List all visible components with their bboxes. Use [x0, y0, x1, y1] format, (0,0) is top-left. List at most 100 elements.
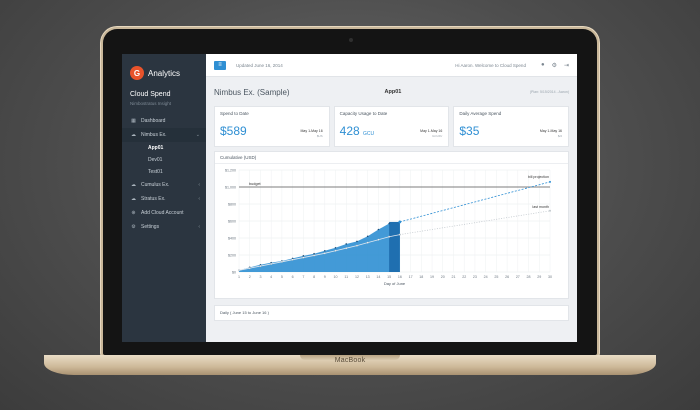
current-day-bar: [389, 221, 400, 272]
sidebar-subtitle: Nimbostratus Insight: [130, 101, 172, 106]
sidebar-item-label: Settings: [141, 224, 160, 230]
sidebar-item-cumulus[interactable]: ☁ Cumulus Ex. ‹: [122, 178, 206, 192]
x-tick-label: 13: [366, 275, 370, 279]
laptop-brand: MacBook: [334, 357, 366, 364]
app-name: Analytics: [148, 68, 181, 78]
sidebar-item-label: Nimbus Ex.: [141, 132, 167, 138]
x-tick-label: 30: [548, 275, 552, 279]
y-tick-label: $800: [228, 203, 236, 207]
x-tick-label: 10: [334, 275, 338, 279]
logo-icon: G: [130, 66, 144, 80]
cloud-icon: ☁: [131, 182, 136, 188]
x-tick-label: 24: [484, 275, 488, 279]
x-tick-label: 23: [473, 275, 477, 279]
spend-point: [388, 222, 390, 225]
last-month-point: [302, 256, 305, 259]
menu-toggle-button[interactable]: ≡: [214, 60, 226, 70]
last-month-point: [345, 247, 348, 250]
sidebar-subitem-dev01[interactable]: Dev01: [122, 154, 206, 166]
last-month-point: [248, 267, 251, 270]
sidebar-item-settings[interactable]: ⚙ Settings ‹: [122, 220, 206, 234]
user-icon[interactable]: ●: [541, 62, 545, 68]
last-month-point: [313, 254, 316, 257]
sidebar-item-add-cloud-account[interactable]: ⊕ Add Cloud Account: [122, 206, 206, 220]
gear-icon[interactable]: ⚙: [552, 62, 557, 69]
x-tick-label: 2: [249, 275, 251, 279]
page-title: Nimbus Ex. (Sample): [214, 87, 290, 97]
chevron-left-icon: ‹: [198, 196, 200, 202]
content: Nimbus Ex. (Sample) App01 (Plan: 5/15/20…: [206, 77, 577, 327]
dashboard-icon: ▦: [131, 118, 136, 124]
y-tick-label: $1,000: [225, 186, 236, 190]
x-tick-label: 1: [238, 275, 240, 279]
x-tick-label: 9: [324, 275, 326, 279]
spend-point: [366, 235, 369, 238]
x-tick-label: 26: [505, 275, 509, 279]
spend-area: [239, 221, 400, 272]
sidebar-title: Cloud Spend: [130, 91, 171, 98]
sidebar-item-label: Cumulus Ex.: [141, 182, 170, 188]
spend-point: [313, 252, 315, 255]
x-tick-label: 4: [270, 275, 272, 279]
welcome-text: Hi Aaron. Welcome to Cloud Spend: [455, 62, 526, 68]
budget-label: budget: [249, 182, 262, 186]
projection-endpoint: [549, 180, 551, 183]
card-value: $35: [459, 124, 480, 138]
card-value: 428 GCU: [339, 124, 375, 138]
card-range: May 1-May 16: [539, 129, 563, 133]
sidebar-item-dashboard[interactable]: ▦ Dashboard: [122, 114, 206, 128]
brand-row[interactable]: G Analytics: [122, 64, 206, 82]
cumulative-chart-card: Cumulative (USD) $0 $200 $400 $600 $800 $1,00…: [214, 151, 569, 299]
cumulative-chart: $0$200$400$600$800$1,000$1,2001 2 3 4 5 6 7 8 9 1…: [225, 169, 552, 287]
card-sub: $US: [316, 134, 323, 138]
card-label: Spend to Date: [220, 111, 249, 116]
last-month-point: [280, 260, 283, 263]
x-tick-label: 27: [516, 275, 520, 279]
sidebar-item-nimbus[interactable]: ☁ Nimbus Ex. ⌄: [122, 128, 206, 142]
sidebar-subitem-test01[interactable]: Test01: [122, 166, 206, 178]
sidebar-item-stratus[interactable]: ☁ Stratus Ex. ‹: [122, 192, 206, 206]
spend-point: [302, 255, 305, 257]
x-tick-label: 21: [451, 275, 455, 279]
y-tick-label: $600: [228, 220, 236, 224]
x-tick-label: 15: [387, 275, 391, 279]
chart-title: Cumulative (USD): [215, 152, 568, 164]
card-range: May 1-May 16: [300, 129, 323, 133]
sidebar-subitem-app01[interactable]: App01: [122, 142, 206, 154]
last-month-point: [377, 238, 380, 241]
last-month-point: [259, 265, 262, 268]
card-sub: GCU/hr: [432, 134, 443, 138]
spend-point: [356, 240, 358, 243]
gears-icon: ⚙: [131, 224, 136, 230]
x-tick-label: 7: [302, 275, 304, 279]
chevron-left-icon: ‹: [198, 224, 200, 230]
x-tick-label: 18: [419, 275, 423, 279]
last-month-point: [366, 241, 369, 244]
card-range: May 1-May 16: [420, 129, 443, 133]
summary-cards: Spend to Date $589 May 1-May 16 $US Capa…: [214, 106, 570, 147]
cloud-icon: ☁: [131, 132, 136, 138]
sign-out-icon[interactable]: ⇥: [564, 62, 569, 69]
today-marker: [398, 220, 402, 224]
projection-label: bill projection: [528, 175, 549, 179]
x-tick-label: 12: [355, 275, 359, 279]
screen: G Analytics Cloud Spend Nimbostratus Ins…: [122, 54, 577, 342]
y-tick-label: $0: [232, 271, 236, 275]
x-tick-label: 14: [376, 275, 380, 279]
last-month-point: [356, 244, 358, 247]
x-tick-label: 3: [259, 275, 261, 279]
main-area: ≡ Updated June 16, 2014 Hi Aaron. Welcom…: [206, 54, 577, 342]
y-tick-label: $1,200: [225, 169, 236, 173]
x-tick-label: 20: [441, 275, 445, 279]
last-month-point: [334, 249, 337, 252]
spend-point: [345, 243, 348, 245]
last-month-point: [291, 258, 294, 261]
sidebar: G Analytics Cloud Spend Nimbostratus Ins…: [122, 54, 206, 342]
x-tick-label: 11: [344, 275, 348, 279]
y-tick-label: $200: [228, 254, 236, 258]
last-month-point: [323, 252, 326, 255]
spend-point: [323, 249, 326, 252]
x-tick-label: 6: [292, 275, 294, 279]
card-value: $589: [220, 124, 247, 138]
spend-point: [377, 228, 380, 231]
